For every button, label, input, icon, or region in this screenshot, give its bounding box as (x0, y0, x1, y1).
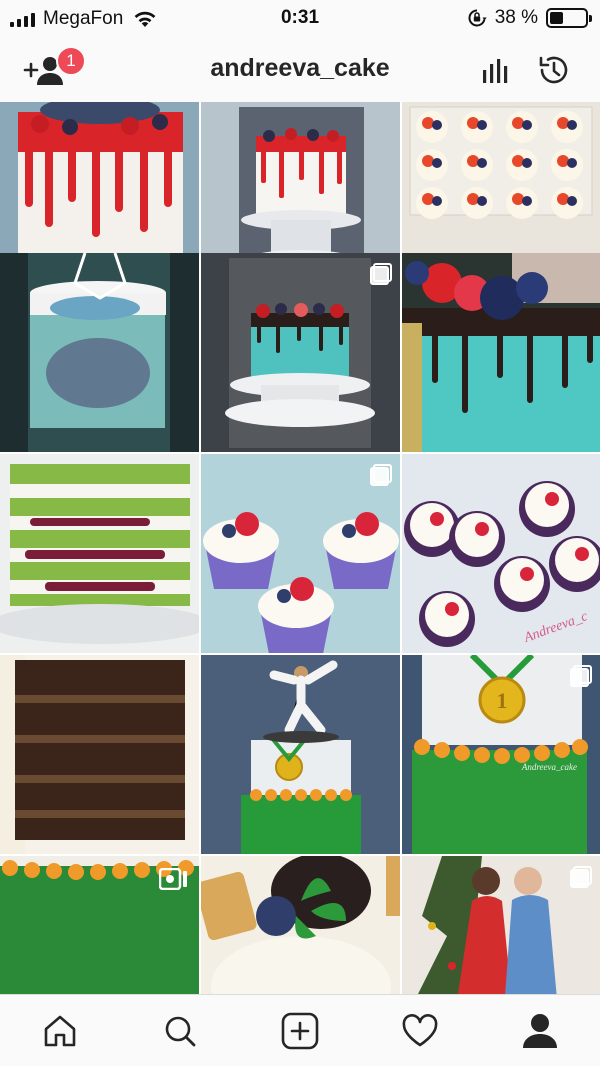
layered-cake-slice-photo (0, 454, 199, 653)
multi-post-icon (370, 263, 392, 285)
bottom-tab-bar (0, 994, 600, 1066)
multi-post-icon (370, 464, 392, 486)
post-thumbnail-8[interactable] (201, 454, 400, 653)
status-bar: MegaFon 0:31 38 % (0, 0, 600, 40)
profile-header: 1 andreeva_cake (0, 40, 600, 102)
multi-post-icon (570, 866, 592, 888)
post-thumbnail-10[interactable] (0, 655, 199, 854)
karate-topper-cake-photo (201, 655, 400, 854)
new-post-icon (281, 1012, 319, 1049)
insights-button[interactable] (478, 52, 514, 88)
post-thumbnail-15[interactable] (402, 856, 600, 994)
multi-post-icon (570, 665, 592, 687)
bar-chart-icon (483, 59, 508, 83)
search-icon (165, 1016, 196, 1046)
posts-grid: Andreeva_c 1 Andreeva_cake (0, 102, 600, 994)
profile-icon (523, 1013, 557, 1048)
watermark-text: Andreeva_cake (521, 762, 577, 772)
berry-cake-closeup-photo (402, 253, 600, 452)
tab-home[interactable] (30, 1001, 90, 1061)
battery-icon (546, 8, 592, 28)
post-thumbnail-12[interactable]: 1 Andreeva_cake (402, 655, 600, 854)
video-post-icon (159, 868, 187, 890)
post-thumbnail-7[interactable] (0, 454, 199, 653)
post-thumbnail-11[interactable] (201, 655, 400, 854)
tab-activity[interactable] (390, 1001, 450, 1061)
status-right: 38 % (467, 7, 592, 29)
activity-heart-icon (402, 1013, 438, 1046)
post-thumbnail-14[interactable] (201, 856, 400, 994)
post-thumbnail-5[interactable] (201, 253, 400, 452)
gift-box-cake-photo (0, 253, 199, 452)
tab-new-post[interactable] (270, 1001, 330, 1061)
archive-button[interactable] (534, 50, 574, 90)
post-thumbnail-4[interactable] (0, 253, 199, 452)
photo-cupcakes-photo: Andreeva_c (402, 454, 600, 653)
chocolate-cake-slice-photo (0, 655, 199, 854)
home-icon (44, 1015, 76, 1046)
battery-percent: 38 % (494, 7, 538, 28)
tab-profile[interactable] (510, 1001, 570, 1061)
svg-text:1: 1 (497, 688, 508, 713)
post-thumbnail-9[interactable]: Andreeva_c (402, 454, 600, 653)
tab-search[interactable] (150, 1001, 210, 1061)
orientation-lock-icon (468, 9, 487, 27)
history-clock-icon (539, 56, 568, 84)
post-thumbnail-6[interactable] (402, 253, 600, 452)
post-thumbnail-13[interactable] (0, 856, 199, 994)
oreo-cupcake-photo (201, 856, 400, 994)
